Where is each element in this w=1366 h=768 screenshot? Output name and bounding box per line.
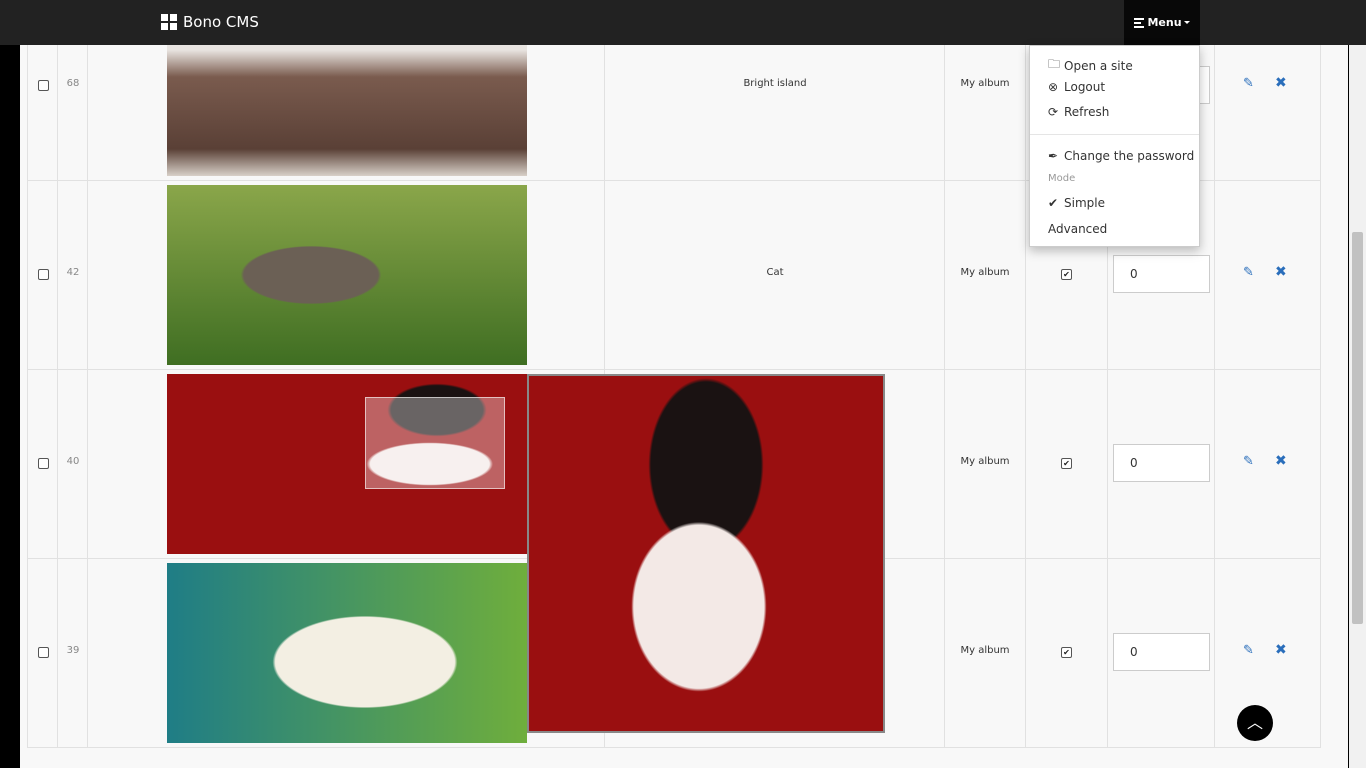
check-icon: ✔ (1048, 196, 1059, 210)
row-select-checkbox[interactable] (38, 458, 49, 469)
row-select-checkbox[interactable] (38, 80, 49, 91)
photo-title: Cat (766, 267, 784, 278)
refresh-icon: ⟳ (1048, 105, 1059, 119)
delete-icon[interactable]: ✖ (1275, 453, 1287, 469)
photo-album: My album (960, 456, 1010, 467)
menu-item-label: Advanced (1048, 222, 1108, 236)
edit-icon[interactable]: ✎ (1243, 76, 1254, 91)
menu-item-refresh[interactable]: ⟳ Refresh (1048, 105, 1109, 119)
order-input[interactable]: 0 (1113, 255, 1210, 293)
menu-item-label: Refresh (1064, 105, 1110, 119)
menu-button[interactable]: Menu (1124, 0, 1200, 45)
edit-icon[interactable]: ✎ (1243, 454, 1254, 469)
photo-thumbnail[interactable] (167, 374, 527, 554)
scrollbar-thumb[interactable] (1352, 232, 1363, 624)
row-id: 42 (66, 267, 80, 278)
caret-down-icon (1183, 21, 1190, 24)
grid-icon (161, 14, 177, 30)
published-checkbox[interactable]: ✔ (1061, 269, 1072, 280)
menu-dropdown: 🗀 Open a site ⊗ Logout ⟳ Refresh ✒ Chang… (1029, 45, 1200, 247)
row-id: 68 (66, 78, 80, 89)
menu-item-label: Change the password (1064, 149, 1195, 163)
eyedropper-icon: ✒ (1048, 149, 1059, 163)
edit-icon[interactable]: ✎ (1243, 643, 1254, 658)
row-select-checkbox[interactable] (38, 647, 49, 658)
photo-album: My album (960, 78, 1010, 89)
row-select-checkbox[interactable] (38, 269, 49, 280)
menu-item-mode-advanced[interactable]: Advanced (1048, 222, 1107, 236)
menu-label: Menu (1147, 16, 1182, 29)
menu-item-mode-simple[interactable]: ✔ Simple (1048, 196, 1105, 210)
photo-album: My album (960, 267, 1010, 278)
published-checkbox[interactable]: ✔ (1061, 647, 1072, 658)
folder-open-icon: 🗀 (1048, 57, 1061, 71)
row-id: 40 (66, 456, 80, 467)
menu-item-label: Open a site (1064, 58, 1133, 73)
menu-item-logout[interactable]: ⊗ Logout (1048, 80, 1105, 94)
brand-link[interactable]: Bono CMS (161, 13, 259, 31)
photo-thumbnail[interactable] (167, 185, 527, 365)
row-id: 39 (66, 645, 80, 656)
scrollbar[interactable] (1349, 0, 1366, 768)
menu-item-label: Logout (1064, 80, 1106, 94)
zoom-lens (365, 397, 505, 489)
photo-title: Bright island (743, 78, 807, 89)
order-input[interactable]: 0 (1113, 444, 1210, 482)
scroll-to-top-button[interactable]: ︿ (1237, 705, 1273, 741)
top-navbar: Bono CMS Menu (0, 0, 1366, 45)
zoom-preview-image (527, 374, 885, 733)
times-circle-icon: ⊗ (1048, 80, 1059, 94)
chevron-up-icon: ︿ (1246, 713, 1263, 732)
published-checkbox[interactable]: ✔ (1061, 458, 1072, 469)
photo-thumbnail[interactable] (167, 563, 527, 743)
mode-header: Mode (1048, 173, 1076, 184)
menu-icon (1134, 16, 1145, 30)
delete-icon[interactable]: ✖ (1275, 75, 1287, 91)
menu-item-label: Simple (1064, 196, 1105, 210)
order-input[interactable]: 0 (1113, 633, 1210, 671)
photo-album: My album (960, 645, 1010, 656)
delete-icon[interactable]: ✖ (1275, 642, 1287, 658)
menu-divider (1030, 134, 1199, 135)
menu-item-open-site[interactable]: 🗀 Open a site (1048, 55, 1133, 76)
delete-icon[interactable]: ✖ (1275, 264, 1287, 280)
brand-name: Bono CMS (183, 13, 259, 31)
menu-item-change-password[interactable]: ✒ Change the password (1048, 149, 1194, 163)
edit-icon[interactable]: ✎ (1243, 265, 1254, 280)
